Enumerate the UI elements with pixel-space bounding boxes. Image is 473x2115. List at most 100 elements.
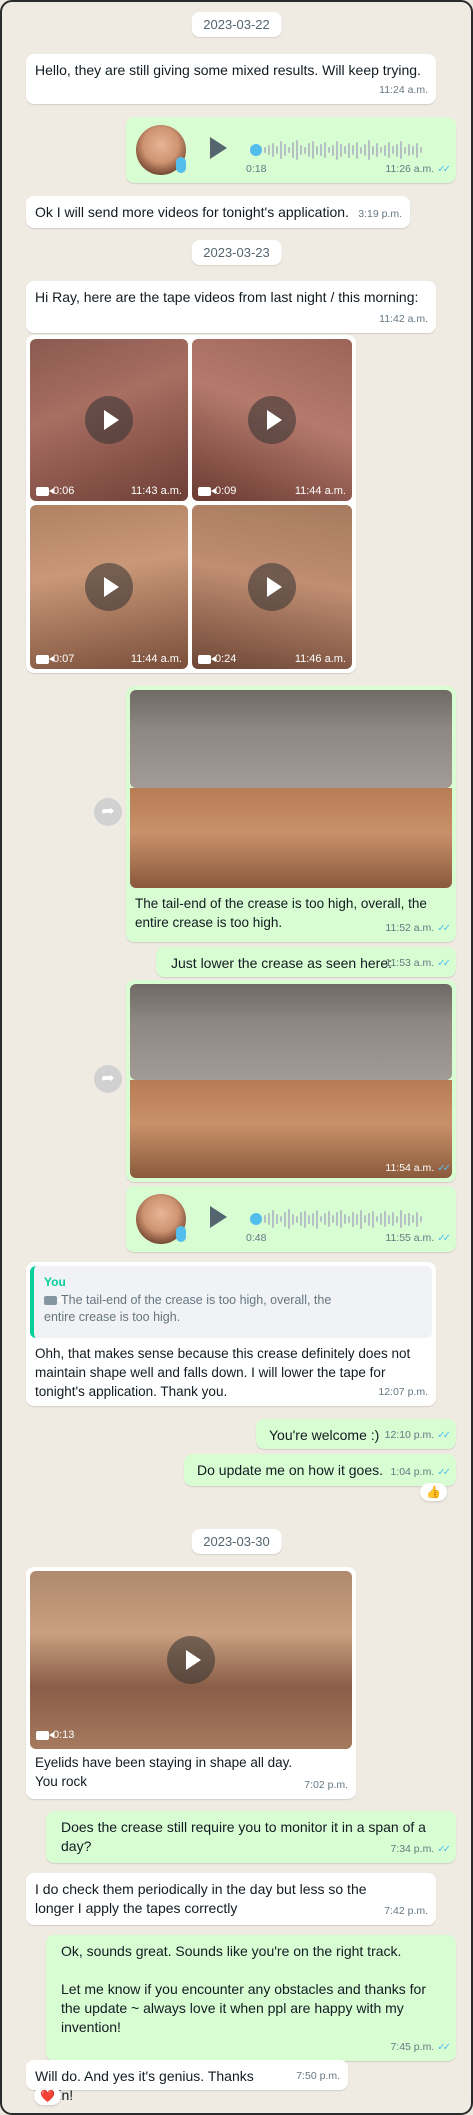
message-text: Hi Ray, here are the tape videos from la…: [35, 289, 419, 305]
play-icon[interactable]: [248, 396, 296, 444]
message-text: Let me know if you encounter any obstacl…: [61, 1981, 426, 2035]
video-caption: Eyelids have been staying in shape all d…: [35, 1755, 293, 1789]
play-icon[interactable]: [85, 563, 133, 611]
message-time: 1:04 p.m. ✓✓: [390, 1466, 451, 1478]
message-time: 11:44 a.m.: [294, 485, 346, 497]
waveform: [264, 1207, 422, 1231]
photo-bottom[interactable]: [130, 788, 452, 888]
video-thumbnail[interactable]: 0:09 11:44 a.m.: [192, 339, 352, 501]
message-text: I do check them periodically in the day …: [35, 1881, 367, 1916]
photo-top[interactable]: [130, 984, 452, 1080]
image-message-outgoing[interactable]: The tail-end of the crease is too high, …: [126, 686, 456, 942]
message-time: 11:42 a.m.: [379, 313, 428, 325]
message-time: 3:19 p.m.: [358, 208, 402, 220]
message-outgoing[interactable]: Ok, sounds great. Sounds like you're on …: [46, 1935, 456, 2061]
message-time: 11:26 a.m. ✓✓: [385, 163, 451, 175]
mic-icon: [176, 1226, 186, 1242]
reaction-badge[interactable]: ❤️: [34, 2087, 61, 2105]
message-text: Ohh, that makes sense because this creas…: [35, 1346, 411, 1399]
camera-icon: [36, 654, 54, 664]
message-outgoing[interactable]: Do update me on how it goes. 1:04 p.m. ✓✓: [184, 1454, 456, 1486]
message-text: Will do. And yes it's genius. Thanks aga…: [35, 2068, 254, 2103]
play-icon[interactable]: [85, 396, 133, 444]
message-time: 7:02 p.m.: [304, 1779, 348, 1791]
play-icon[interactable]: [167, 1636, 215, 1684]
video-thumbnail[interactable]: 0:06 11:43 a.m.: [30, 339, 188, 501]
message-time: 11:46 a.m.: [294, 653, 346, 665]
camera-icon: [36, 1730, 54, 1740]
double-check-icon: ✓✓: [437, 1430, 451, 1441]
forward-icon[interactable]: ➦: [94, 798, 122, 826]
message-incoming[interactable]: I do check them periodically in the day …: [26, 1873, 436, 1925]
date-divider: 2023-03-22: [191, 12, 282, 37]
message-incoming[interactable]: Hi Ray, here are the tape videos from la…: [26, 281, 436, 333]
camera-icon: [198, 654, 216, 664]
message-time: 11:44 a.m.: [130, 653, 182, 665]
date-divider: 2023-03-23: [191, 240, 282, 265]
message-time: 12:10 p.m. ✓✓: [384, 1429, 451, 1441]
double-check-icon: ✓✓: [437, 958, 451, 969]
message-time: 12:07 p.m.: [378, 1386, 428, 1398]
double-check-icon: ✓✓: [437, 923, 451, 934]
video-duration: 0:07: [36, 653, 74, 665]
video-thumbnail[interactable]: 0:07 11:44 a.m.: [30, 505, 188, 669]
message-incoming[interactable]: Will do. And yes it's genius. Thanks aga…: [26, 2060, 348, 2103]
voice-duration: 0:18: [246, 163, 267, 175]
message-outgoing[interactable]: You're welcome :) 12:10 p.m. ✓✓: [256, 1419, 456, 1449]
voice-message-outgoing[interactable]: 0:18 11:26 a.m. ✓✓: [126, 117, 456, 183]
message-time: 11:43 a.m.: [130, 485, 182, 497]
chat-window: 2023-03-22 Hello, they are still giving …: [0, 0, 473, 2115]
video-duration: 0:13: [36, 1726, 74, 1745]
double-check-icon: ✓✓: [437, 1233, 451, 1244]
play-icon[interactable]: [210, 137, 227, 159]
double-check-icon: ✓✓: [437, 164, 451, 175]
video-thumbnail[interactable]: 0:13: [30, 1571, 352, 1749]
camera-icon: [198, 486, 216, 496]
message-outgoing[interactable]: Just lower the crease as seen here: 11:5…: [156, 947, 456, 977]
photo-top[interactable]: [130, 690, 452, 788]
quote-thumbnail: [376, 1266, 432, 1338]
camera-icon: [36, 486, 54, 496]
video-duration: 0:06: [36, 485, 74, 497]
play-icon[interactable]: [210, 1206, 227, 1228]
message-text: Hello, they are still giving some mixed …: [35, 62, 421, 78]
reaction-badge[interactable]: 👍: [420, 1483, 447, 1501]
voice-message-outgoing[interactable]: 0:48 11:55 a.m. ✓✓: [126, 1186, 456, 1252]
play-icon[interactable]: [248, 563, 296, 611]
image-message-outgoing[interactable]: 11:54 a.m. ✓✓: [126, 980, 456, 1182]
message-text: Ok I will send more videos for tonight's…: [35, 204, 349, 220]
date-divider: 2023-03-30: [191, 1529, 282, 1554]
message-time: 11:53 a.m. ✓✓: [385, 957, 451, 969]
double-check-icon: ✓✓: [437, 2042, 451, 2053]
quote-author: You: [44, 1275, 66, 1289]
message-time: 11:55 a.m. ✓✓: [385, 1232, 451, 1244]
video-thumbnail[interactable]: 0:24 11:46 a.m.: [192, 505, 352, 669]
message-text: Does the crease still require you to mon…: [61, 1819, 426, 1854]
quoted-message[interactable]: You The tail-end of the crease is too hi…: [30, 1266, 432, 1338]
message-text: Ok, sounds great. Sounds like you're on …: [61, 1943, 402, 1959]
message-time: 11:24 a.m.: [379, 84, 428, 96]
double-check-icon: ✓✓: [437, 1467, 451, 1478]
message-outgoing[interactable]: Does the crease still require you to mon…: [46, 1811, 456, 1863]
double-check-icon: ✓✓: [437, 1844, 451, 1855]
message-incoming[interactable]: Hello, they are still giving some mixed …: [26, 54, 436, 104]
video-duration: 0:09: [198, 485, 236, 497]
message-time: 7:50 p.m.: [296, 2070, 340, 2082]
video-message-incoming[interactable]: 0:13 Eyelids have been staying in shape …: [26, 1567, 356, 1799]
message-time: 7:42 p.m.: [384, 1905, 428, 1917]
playback-position[interactable]: [250, 144, 262, 156]
double-check-icon: ✓✓: [437, 1163, 451, 1174]
message-incoming[interactable]: Ok I will send more videos for tonight's…: [26, 196, 410, 228]
mic-icon: [176, 157, 186, 173]
reply-message-incoming[interactable]: You The tail-end of the crease is too hi…: [26, 1262, 436, 1406]
playback-position[interactable]: [250, 1213, 262, 1225]
forward-icon[interactable]: ➦: [94, 1065, 122, 1093]
camera-icon: [44, 1296, 62, 1306]
message-time: 7:45 p.m. ✓✓: [390, 2041, 451, 2053]
message-time: 11:54 a.m. ✓✓: [385, 1162, 451, 1174]
message-time: 7:34 p.m. ✓✓: [390, 1843, 451, 1855]
message-time: 11:52 a.m. ✓✓: [385, 922, 451, 934]
quote-text: The tail-end of the crease is too high, …: [44, 1293, 332, 1324]
video-duration: 0:24: [198, 653, 236, 665]
voice-duration: 0:48: [246, 1232, 267, 1244]
